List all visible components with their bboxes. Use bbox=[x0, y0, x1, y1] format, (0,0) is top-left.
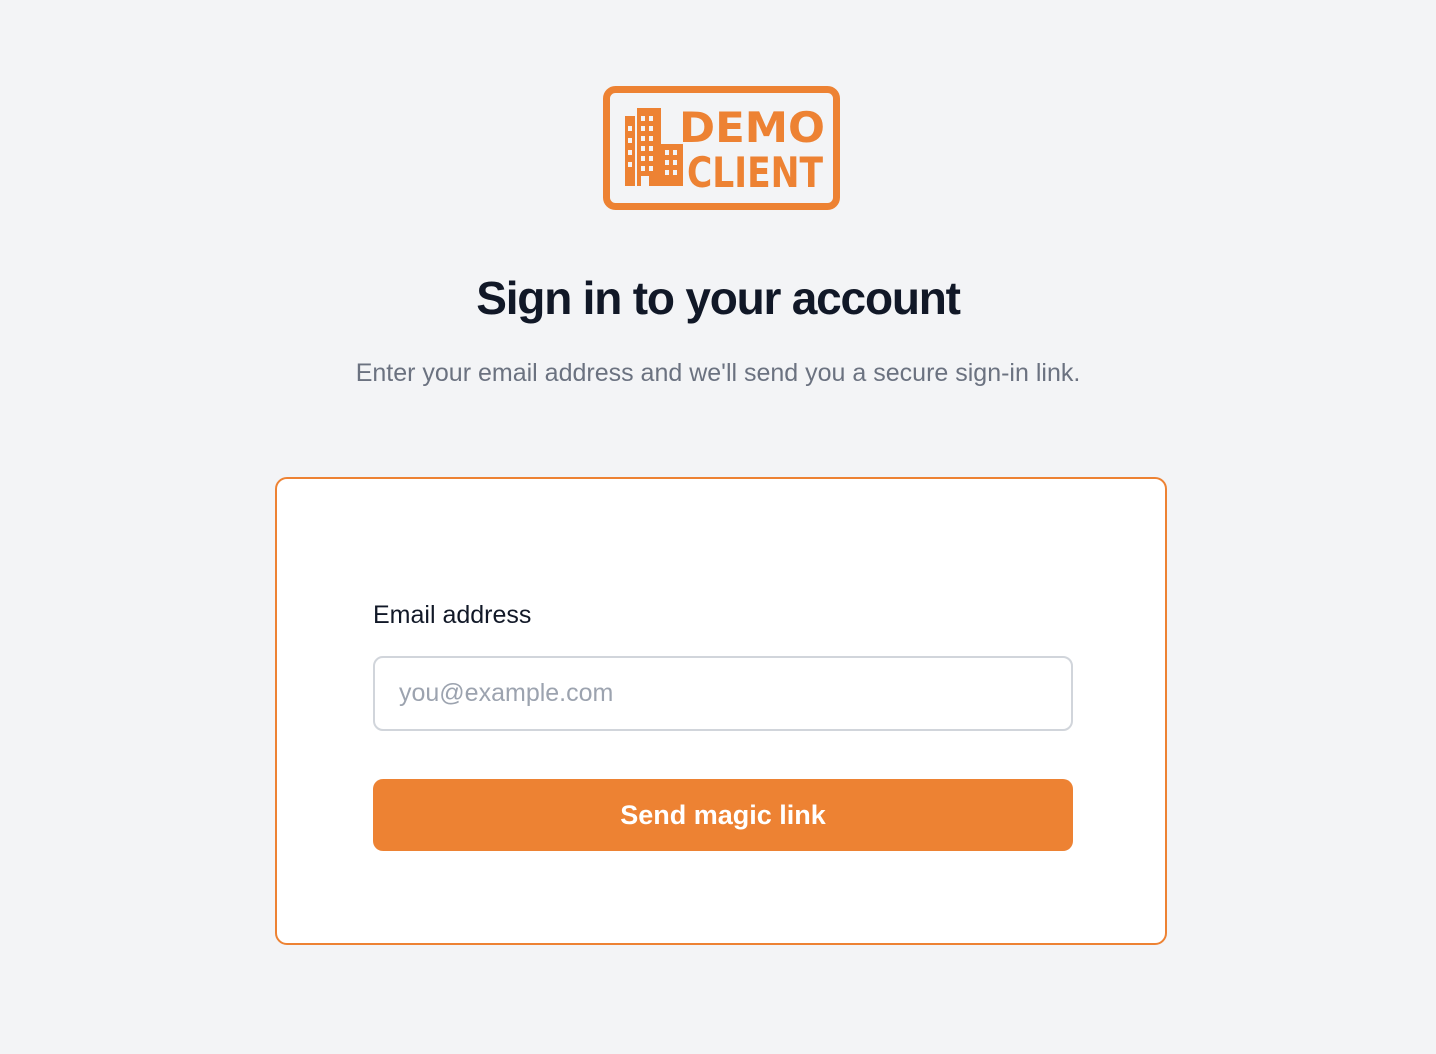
page-title: Sign in to your account bbox=[476, 272, 961, 324]
sign-in-card: Email address Send magic link bbox=[275, 477, 1167, 945]
page-subtitle: Enter your email address and we'll send … bbox=[355, 359, 1081, 387]
email-label: Email address bbox=[373, 601, 532, 629]
demo-client-logo: DEMO CLIENT bbox=[603, 86, 840, 210]
logo-text-line2: CLIENT bbox=[687, 148, 823, 197]
logo-text-line1: DEMO bbox=[679, 103, 825, 152]
send-magic-link-button[interactable]: Send magic link bbox=[373, 779, 1073, 851]
email-input[interactable] bbox=[373, 656, 1073, 731]
building-icon bbox=[625, 108, 683, 186]
sign-in-page: DEMO CLIENT Sign in to your account Ente… bbox=[0, 0, 1436, 1054]
